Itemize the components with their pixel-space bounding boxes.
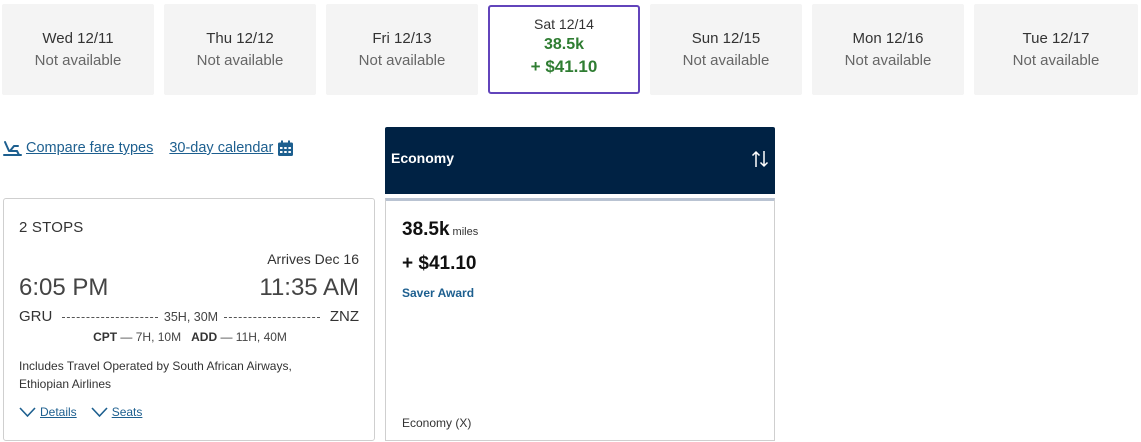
date-status: Not available bbox=[196, 51, 284, 69]
fare-miles-unit: miles bbox=[452, 226, 479, 238]
date-cell-wed[interactable]: Wed 12/11 Not available bbox=[2, 4, 154, 95]
layover-code: ADD bbox=[191, 330, 218, 344]
flight-duration: 35H, 30M bbox=[163, 310, 219, 324]
flight-card: 2 STOPS Arrives Dec 16 6:05 PM 11:35 AM … bbox=[3, 198, 375, 441]
operated-by-note: Includes Travel Operated by South Africa… bbox=[19, 359, 292, 391]
date-cell-fri[interactable]: Fri 12/13 Not available bbox=[326, 4, 478, 95]
arrival-date: Arrives Dec 16 bbox=[267, 251, 359, 267]
card-links: Details Seats bbox=[19, 405, 156, 419]
stops-label: 2 STOPS bbox=[19, 219, 84, 236]
fare-class: Economy (X) bbox=[402, 416, 472, 430]
destination-airport: ZNZ bbox=[329, 308, 359, 325]
details-link[interactable]: Details bbox=[19, 405, 77, 419]
economy-column-header: Economy bbox=[385, 127, 775, 194]
date-status: Not available bbox=[844, 51, 932, 69]
layover-time: — 7H, 10M bbox=[120, 330, 182, 344]
award-type: Saver Award bbox=[402, 286, 475, 300]
date-label: Sat 12/14 bbox=[534, 15, 594, 32]
date-cell-tue[interactable]: Tue 12/17 Not available bbox=[974, 4, 1138, 95]
date-label: Tue 12/17 bbox=[1022, 29, 1090, 47]
calendar-icon[interactable] bbox=[277, 140, 294, 157]
seats-link-label: Seats bbox=[111, 405, 143, 419]
date-status: Not available bbox=[682, 51, 770, 69]
date-label: Mon 12/16 bbox=[852, 29, 924, 47]
date-cell-sun[interactable]: Sun 12/15 Not available bbox=[650, 4, 802, 95]
route-line: 35H, 30M bbox=[62, 308, 321, 326]
date-strip: Wed 12/11 Not available Thu 12/12 Not av… bbox=[2, 4, 1138, 95]
date-label: Thu 12/12 bbox=[206, 29, 274, 47]
economy-header-title: Economy bbox=[391, 150, 455, 166]
compare-fare-types-link[interactable]: Compare fare types bbox=[26, 140, 153, 156]
economy-fare-cell[interactable]: 38.5k miles + $41.10 Saver Award Economy … bbox=[385, 198, 775, 441]
date-cell-sat-selected[interactable]: Sat 12/14 38.5k + $41.10 bbox=[488, 5, 640, 94]
date-cell-thu[interactable]: Thu 12/12 Not available bbox=[164, 4, 316, 95]
date-status: Not available bbox=[1012, 51, 1100, 69]
date-label: Sun 12/15 bbox=[691, 29, 761, 47]
fare-price: + $41.10 bbox=[402, 253, 477, 274]
fare-miles: 38.5k miles bbox=[402, 219, 478, 241]
route-dash bbox=[62, 317, 158, 318]
date-status: Not available bbox=[34, 51, 122, 69]
date-miles: 38.5k bbox=[543, 35, 585, 53]
layover-time: — 11H, 40M bbox=[220, 330, 287, 344]
calendar-30-day-link[interactable]: 30-day calendar bbox=[169, 140, 273, 156]
fare-miles-value: 38.5k bbox=[402, 219, 450, 240]
chevron-down-icon bbox=[19, 407, 36, 418]
seat-icon bbox=[3, 141, 22, 156]
layover-info: CPT — 7H, 10M ADD — 11H, 40M bbox=[4, 330, 376, 344]
date-label: Fri 12/13 bbox=[372, 29, 432, 47]
chevron-down-icon bbox=[91, 407, 108, 418]
sort-icon[interactable] bbox=[751, 149, 769, 169]
date-cell-mon[interactable]: Mon 12/16 Not available bbox=[812, 4, 964, 95]
origin-airport: GRU bbox=[19, 308, 53, 325]
date-status: Not available bbox=[358, 51, 446, 69]
seats-link[interactable]: Seats bbox=[91, 405, 143, 419]
details-link-label: Details bbox=[40, 405, 77, 419]
date-label: Wed 12/11 bbox=[42, 29, 114, 47]
arrival-time: 11:35 AM bbox=[259, 274, 359, 301]
route-dash bbox=[224, 317, 321, 318]
date-price: + $41.10 bbox=[530, 56, 598, 76]
layover-code: CPT bbox=[93, 330, 118, 344]
fare-toolbar: Compare fare types 30-day calendar bbox=[2, 136, 294, 160]
departure-time: 6:05 PM bbox=[19, 274, 109, 301]
